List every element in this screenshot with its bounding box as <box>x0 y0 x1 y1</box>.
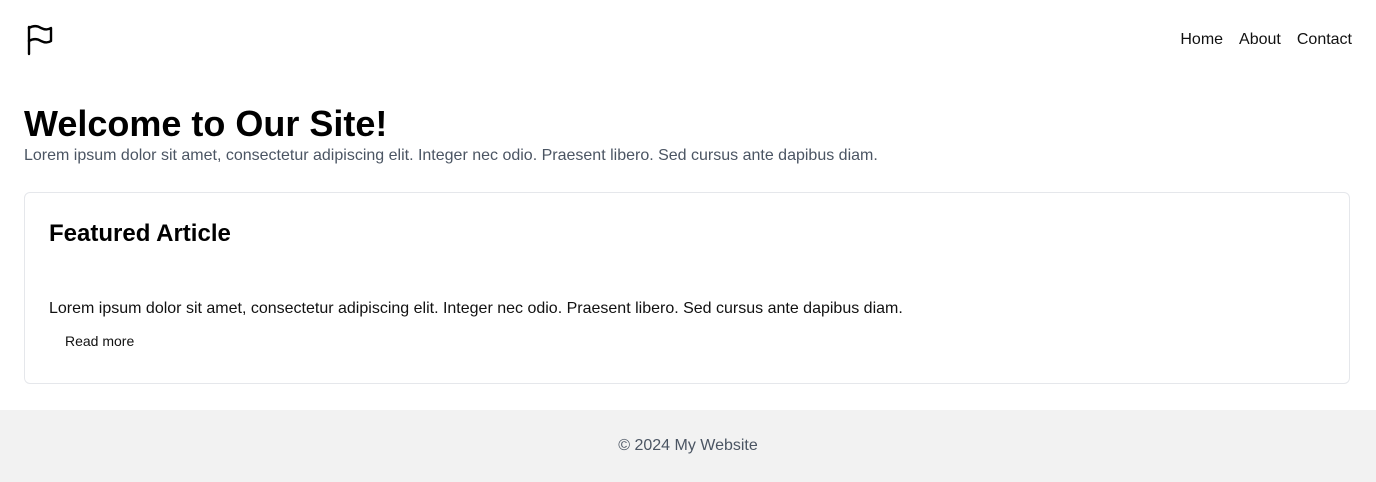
featured-article-card: Featured Article Lorem ipsum dolor sit a… <box>24 192 1350 384</box>
nav-link-contact[interactable]: Contact <box>1297 30 1352 50</box>
featured-article-title: Featured Article <box>49 220 231 247</box>
featured-article-body: Lorem ipsum dolor sit amet, consectetur … <box>49 300 903 317</box>
nav-link-about[interactable]: About <box>1239 30 1281 50</box>
site-header: Home About Contact <box>0 0 1376 80</box>
site-footer: © 2024 My Website <box>0 410 1376 482</box>
page-subtitle: Lorem ipsum dolor sit amet, consectetur … <box>24 147 878 164</box>
main-nav: Home About Contact <box>1180 30 1352 50</box>
nav-link-home[interactable]: Home <box>1180 30 1223 50</box>
footer-copyright: © 2024 My Website <box>618 437 758 454</box>
flag-icon[interactable] <box>26 24 54 56</box>
page-title: Welcome to Our Site! <box>24 103 388 144</box>
read-more-button[interactable]: Read more <box>49 329 150 353</box>
